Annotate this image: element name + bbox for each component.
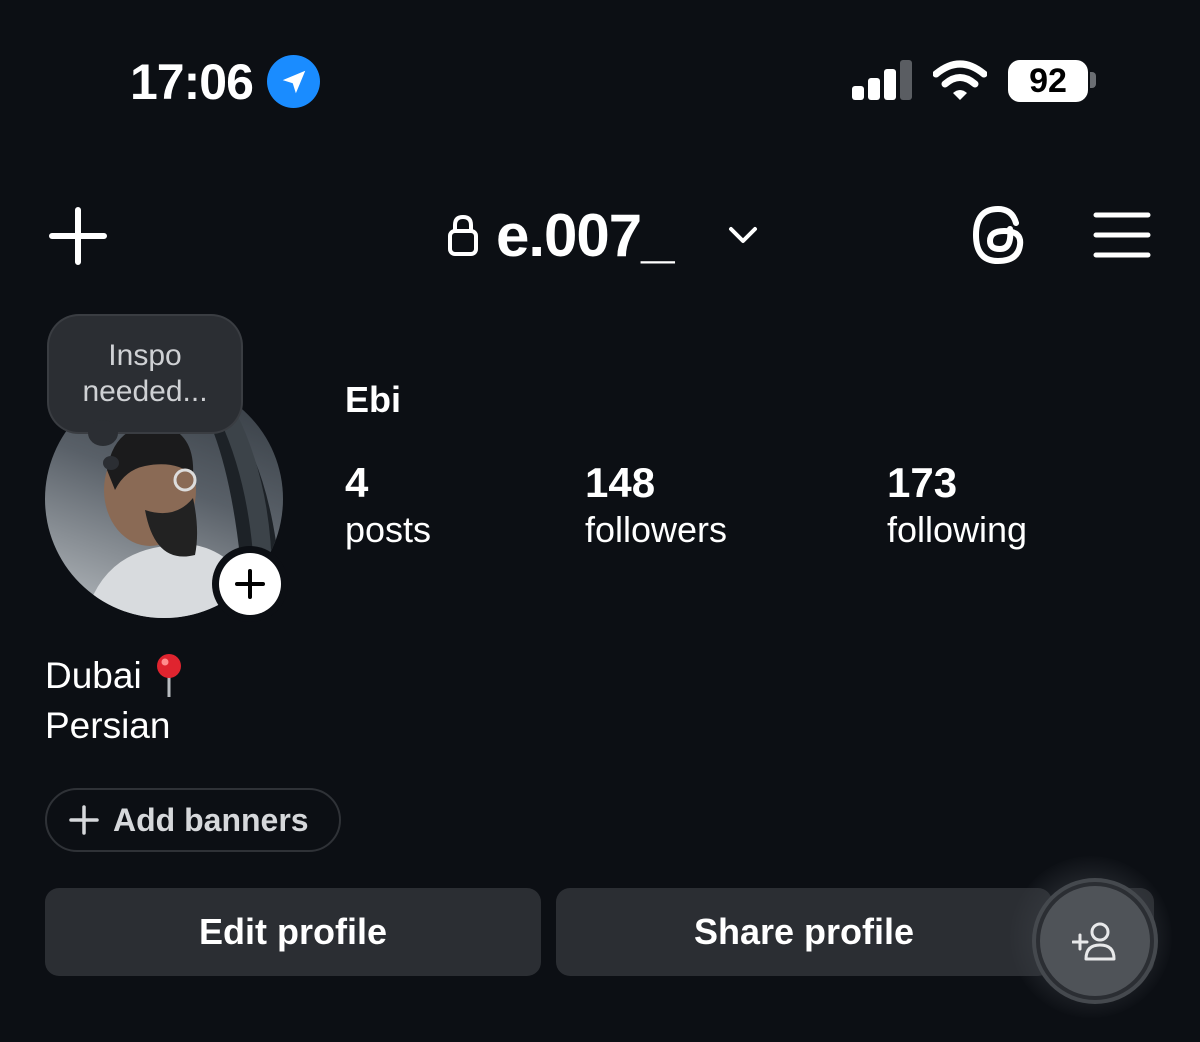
cellular-signal-icon — [852, 60, 914, 100]
followers-label: followers — [585, 509, 728, 550]
create-plus-icon[interactable] — [48, 206, 108, 266]
note-bubble[interactable]: Inspo needed... — [49, 316, 241, 432]
lock-icon — [447, 213, 479, 257]
hamburger-menu-icon[interactable] — [1093, 210, 1151, 260]
edit-profile-button[interactable]: Edit profile — [45, 888, 541, 976]
add-banners-button[interactable]: Add banners — [45, 788, 341, 852]
chevron-down-icon[interactable] — [727, 222, 759, 248]
posts-stat[interactable]: 4 posts — [345, 458, 431, 552]
plus-icon — [69, 805, 99, 835]
wifi-icon — [932, 60, 988, 102]
following-label: following — [887, 509, 1028, 550]
status-time: 17:06 — [130, 54, 254, 110]
note-text-line2: needed... — [82, 375, 208, 408]
note-tail-dot-small — [103, 456, 119, 470]
add-story-plus-icon — [219, 553, 281, 615]
location-arrow-icon — [267, 55, 320, 108]
followers-count: 148 — [585, 459, 656, 506]
followers-stat[interactable]: 148 followers — [585, 458, 727, 552]
posts-count: 4 — [345, 459, 369, 506]
add-story-button[interactable] — [212, 546, 288, 622]
profile-name: Ebi — [345, 379, 402, 420]
bio-line-2: Persian — [45, 705, 171, 746]
following-stat[interactable]: 173 following — [887, 458, 1027, 552]
note-tail-dot — [88, 420, 118, 446]
share-profile-button[interactable]: Share profile — [556, 888, 1052, 976]
following-count: 173 — [887, 459, 958, 506]
posts-label: posts — [345, 509, 432, 550]
round-pushpin-icon — [152, 653, 186, 699]
threads-icon[interactable] — [968, 203, 1030, 267]
add-banners-label: Add banners — [113, 801, 309, 838]
bio-line-1: Dubai — [45, 653, 186, 699]
username-title[interactable]: e.007_ — [496, 200, 675, 272]
bio-location-text: Dubai — [45, 655, 142, 696]
add-person-icon[interactable] — [1040, 886, 1150, 996]
battery-nub — [1090, 72, 1096, 88]
battery-indicator: 92 — [1008, 60, 1088, 102]
note-text-line1: Inspo — [108, 339, 182, 372]
